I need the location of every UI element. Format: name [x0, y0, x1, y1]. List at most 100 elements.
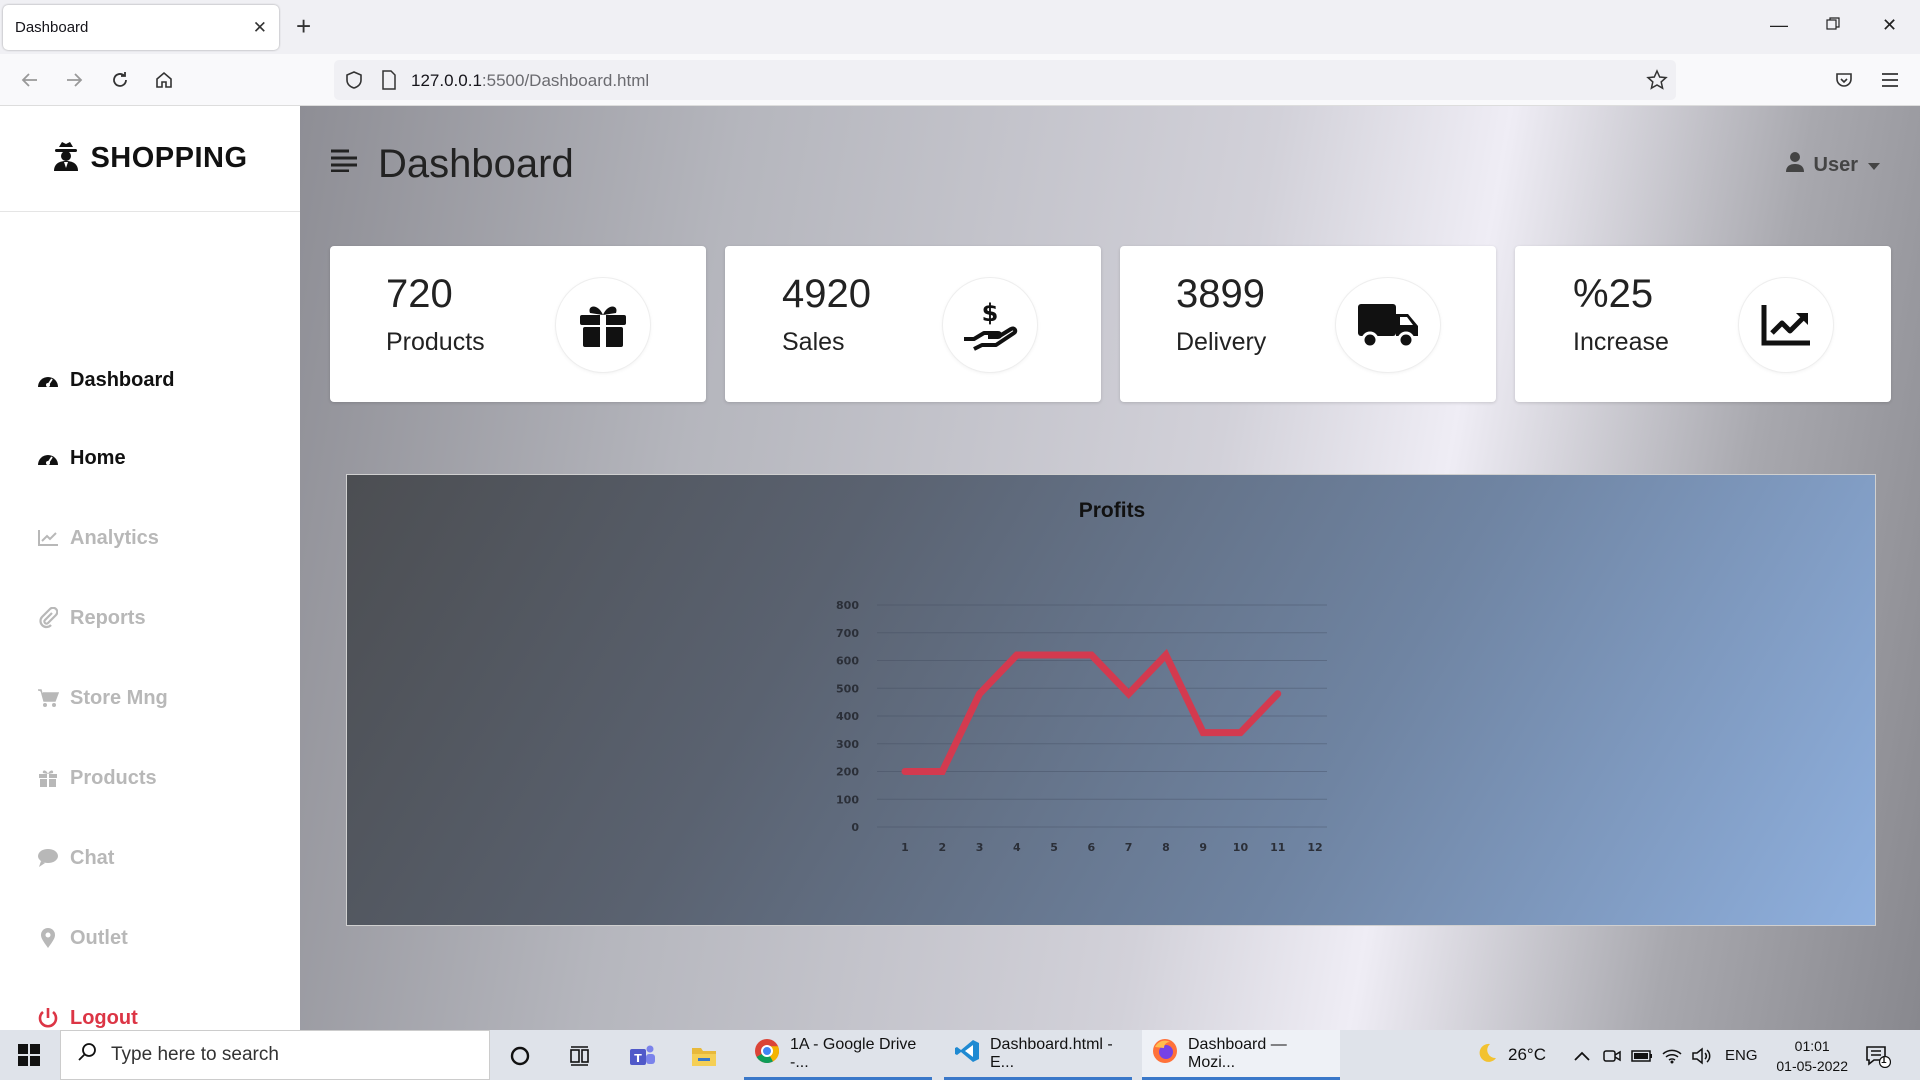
taskbar-app-label: Dashboard — Mozi...	[1188, 1035, 1287, 1071]
x-tick-label: 2	[938, 841, 946, 854]
sidebar-item-outlet[interactable]: Outlet	[36, 926, 128, 950]
cortana-icon[interactable]	[506, 1042, 534, 1070]
vscode-icon	[954, 1038, 980, 1069]
sidebar-item-dashboard[interactable]: Dashboard	[36, 368, 174, 392]
clock-time: 01:01	[1794, 1038, 1830, 1054]
svg-text:$: $	[982, 299, 999, 327]
brand[interactable]: SHOPPING	[0, 106, 300, 212]
stat-card-products: 720 Products	[330, 246, 706, 402]
sidebar-item-label: Home	[70, 446, 126, 469]
gift-icon	[556, 278, 650, 372]
stat-label: Delivery	[1176, 328, 1267, 356]
sidebar-item-label: Store Mng	[70, 686, 168, 709]
stat-card-delivery: 3899 Delivery	[1120, 246, 1496, 402]
series-line	[901, 648, 1282, 775]
search-icon	[77, 1042, 97, 1068]
taskbar-app-firefox[interactable]: Dashboard — Mozi...	[1142, 1030, 1340, 1080]
taskbar-search[interactable]: Type here to search	[60, 1030, 490, 1080]
x-tick-label: 7	[1125, 841, 1133, 854]
taskbar-app-vscode[interactable]: Dashboard.html - E...	[944, 1030, 1132, 1080]
file-explorer-icon[interactable]	[690, 1042, 718, 1070]
y-tick-label: 600	[836, 655, 859, 668]
close-window-icon[interactable]: ✕	[1882, 15, 1897, 36]
x-tick-label: 5	[1050, 841, 1058, 854]
x-tick-label: 9	[1199, 841, 1207, 854]
app-menu-icon[interactable]	[1876, 66, 1904, 94]
clock[interactable]: 01:01 01-05-2022	[1776, 1036, 1848, 1076]
windows-start-icon[interactable]	[18, 1044, 40, 1071]
menu-toggle-icon[interactable]	[330, 148, 358, 177]
volume-icon[interactable]	[1688, 1042, 1716, 1070]
url-text: 127.0.0.1:5500/Dashboard.html	[411, 71, 650, 90]
stat-label: Increase	[1573, 328, 1669, 356]
teams-icon[interactable]: T	[628, 1042, 656, 1070]
stat-label: Sales	[782, 328, 845, 356]
sidebar-item-label: Outlet	[70, 926, 128, 949]
brand-name: SHOPPING	[90, 142, 248, 174]
address-bar[interactable]: 127.0.0.1:5500/Dashboard.html	[334, 60, 1676, 100]
gauge-icon	[36, 368, 60, 392]
notification-count: 1	[1881, 1055, 1887, 1066]
y-tick-label: 800	[836, 599, 859, 612]
moon-icon	[1476, 1042, 1498, 1069]
x-tick-label: 4	[1013, 841, 1021, 854]
weather-widget[interactable]: 26°C	[1476, 1030, 1546, 1080]
gauge-icon	[36, 446, 60, 470]
meet-now-icon[interactable]	[1598, 1042, 1626, 1070]
new-tab-icon[interactable]: +	[296, 13, 311, 39]
stat-value: 4920	[782, 272, 871, 316]
bookmark-star-icon[interactable]	[1646, 69, 1668, 96]
hand-dollar-icon: $	[943, 278, 1037, 372]
gift-icon	[36, 766, 60, 790]
pocket-icon[interactable]	[1830, 66, 1858, 94]
sidebar-item-analytics[interactable]: Analytics	[36, 526, 159, 550]
sidebar-item-home[interactable]: Home	[36, 446, 126, 470]
page-icon	[380, 70, 398, 95]
sidebar-item-label: Chat	[70, 846, 115, 869]
sidebar-item-chat[interactable]: Chat	[36, 846, 114, 870]
user-menu[interactable]: User	[1785, 152, 1880, 178]
svg-text:T: T	[634, 1052, 642, 1065]
stat-value: %25	[1573, 272, 1654, 316]
user-label: User	[1813, 153, 1858, 176]
sidebar-item-logout[interactable]: Logout	[36, 1006, 138, 1030]
minimize-icon[interactable]: —	[1770, 15, 1788, 36]
sidebar-item-products[interactable]: Products	[36, 766, 157, 790]
taskbar-app-chrome[interactable]: 1A - Google Drive -...	[744, 1030, 932, 1080]
sidebar-item-label: Logout	[70, 1006, 138, 1029]
task-view-icon[interactable]	[566, 1042, 594, 1070]
notification-icon[interactable]: 1	[1864, 1042, 1892, 1070]
back-icon[interactable]	[16, 66, 44, 94]
y-tick-label: 400	[836, 710, 859, 723]
home-icon[interactable]	[150, 66, 178, 94]
search-placeholder: Type here to search	[111, 1044, 279, 1065]
browser-tab[interactable]: Dashboard ✕	[3, 5, 279, 50]
sidebar-item-label: Analytics	[70, 526, 159, 549]
battery-icon[interactable]	[1628, 1042, 1656, 1070]
line-chart-icon	[36, 526, 60, 550]
sidebar-item-label: Reports	[70, 606, 146, 629]
user-secret-icon	[52, 141, 80, 176]
chat-icon	[36, 846, 60, 870]
sidebar-item-store-mng[interactable]: Store Mng	[36, 686, 168, 710]
restore-icon[interactable]	[1826, 15, 1840, 36]
y-tick-label: 100	[836, 793, 859, 806]
clock-date: 01-05-2022	[1776, 1058, 1848, 1074]
page: SHOPPING Dashboard Home Analytics Report…	[0, 106, 1920, 1030]
shield-icon[interactable]	[344, 70, 364, 95]
wifi-icon[interactable]	[1658, 1042, 1686, 1070]
sidebar-item-label: Products	[70, 766, 157, 789]
tab-title: Dashboard	[15, 19, 89, 36]
chevron-up-icon[interactable]	[1568, 1042, 1596, 1070]
language-indicator[interactable]: ENG	[1725, 1030, 1758, 1080]
taskbar-app-label: 1A - Google Drive -...	[790, 1035, 917, 1071]
forward-icon[interactable]	[60, 66, 88, 94]
main-content: Dashboard User 720 Products 4920 Sales $	[300, 106, 1920, 1030]
sidebar-item-reports[interactable]: Reports	[36, 606, 146, 630]
x-tick-label: 8	[1162, 841, 1170, 854]
y-tick-label: 700	[836, 627, 859, 640]
reload-icon[interactable]	[106, 66, 134, 94]
close-tab-icon[interactable]: ✕	[253, 18, 267, 38]
taskbar: Type here to search T 1A - Google Drive …	[0, 1030, 1920, 1080]
stat-value: 3899	[1176, 272, 1265, 316]
